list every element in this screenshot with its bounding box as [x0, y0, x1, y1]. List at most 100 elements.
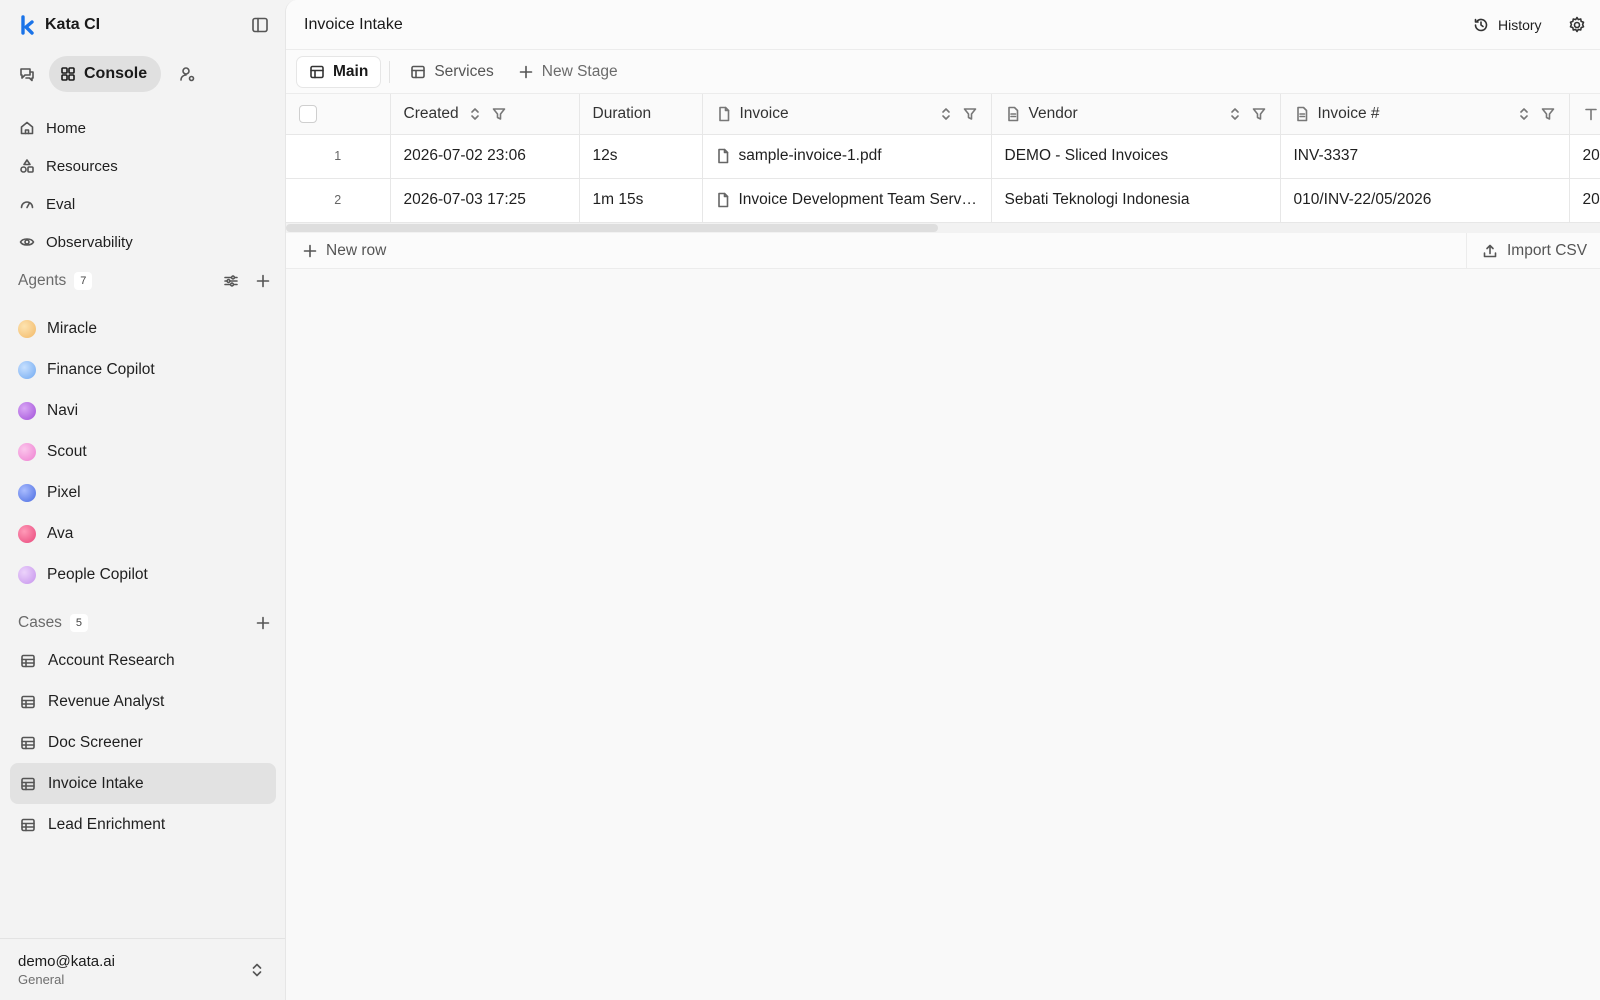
agent-avatar	[18, 524, 36, 543]
nav-label: Eval	[46, 195, 76, 213]
brand[interactable]: Kata CI	[20, 14, 100, 36]
sidebar: Kata CI Console Home Resources Eval Obse…	[0, 0, 285, 1000]
sort-icon[interactable]	[1516, 106, 1532, 122]
add-case-icon[interactable]	[254, 614, 272, 632]
scrollbar-thumb[interactable]	[286, 224, 938, 232]
select-all-checkbox[interactable]	[299, 104, 317, 123]
cell-truncated[interactable]: 20	[1569, 178, 1600, 223]
nav-label: Observability	[46, 233, 133, 251]
nav-item-observability[interactable]: Observability	[10, 223, 276, 261]
cell-created[interactable]: 2026-07-02 23:06	[390, 134, 580, 179]
workspace-name: General	[18, 972, 65, 987]
cell-invoice[interactable]: Invoice Development Team Serv…	[702, 178, 992, 223]
agents-header: Agents 7	[18, 270, 272, 292]
case-item-account-research[interactable]: Account Research	[10, 640, 276, 681]
table-icon	[19, 816, 37, 834]
mode-switcher: Console	[17, 56, 197, 92]
history-icon	[1472, 16, 1490, 34]
cell-duration[interactable]: 1m 15s	[579, 178, 703, 223]
add-agent-icon[interactable]	[254, 272, 272, 290]
filter-icon[interactable]	[1540, 106, 1556, 122]
cases-list: Account Research Revenue Analyst Doc Scr…	[10, 640, 276, 845]
agent-item-ava[interactable]: Ava	[10, 513, 276, 554]
home-icon	[18, 119, 36, 137]
agent-avatar	[18, 565, 36, 584]
filter-icon[interactable]	[962, 106, 978, 122]
document-icon	[1005, 106, 1021, 122]
tab-services[interactable]: Services	[398, 56, 505, 88]
gear-icon[interactable]	[1567, 15, 1587, 35]
new-row-label: New row	[326, 241, 387, 259]
column-header-vendor[interactable]: Vendor	[991, 94, 1281, 135]
cell-vendor[interactable]: DEMO - Sliced Invoices	[991, 134, 1281, 179]
page-header: Invoice Intake History	[286, 0, 1600, 50]
cell-invoice-number[interactable]: 010/INV-22/05/2026	[1280, 178, 1570, 223]
agent-item-pixel[interactable]: Pixel	[10, 472, 276, 513]
invoice-file-name[interactable]: Invoice Development Team Serv…	[739, 191, 977, 209]
agent-item-scout[interactable]: Scout	[10, 431, 276, 472]
sort-icon[interactable]	[467, 106, 483, 122]
user-settings-icon[interactable]	[177, 64, 197, 84]
case-item-doc-screener[interactable]: Doc Screener	[10, 722, 276, 763]
table-row[interactable]: 2 2026-07-03 17:25 1m 15s Invoice Develo…	[286, 178, 1600, 223]
filter-icon[interactable]	[491, 106, 507, 122]
history-label: History	[1498, 17, 1542, 33]
column-label: Invoice	[739, 104, 789, 122]
cell-created[interactable]: 2026-07-03 17:25	[390, 178, 580, 223]
cell-invoice-number[interactable]: INV-3337	[1280, 134, 1570, 179]
column-header-created[interactable]: Created	[390, 94, 580, 135]
nav-item-home[interactable]: Home	[10, 109, 276, 147]
filter-settings-icon[interactable]	[222, 272, 240, 290]
table-row[interactable]: 1 2026-07-02 23:06 12s sample-invoice-1.…	[286, 134, 1600, 179]
agent-item-finance-copilot[interactable]: Finance Copilot	[10, 349, 276, 390]
nav-item-resources[interactable]: Resources	[10, 147, 276, 185]
column-header-invoice-number[interactable]: Invoice #	[1280, 94, 1570, 135]
filter-icon[interactable]	[1251, 106, 1267, 122]
cell-invoice[interactable]: sample-invoice-1.pdf	[702, 134, 992, 179]
horizontal-scrollbar[interactable]	[286, 223, 1600, 233]
agent-avatar	[18, 442, 36, 461]
new-row-button[interactable]: New row	[286, 242, 386, 260]
table-icon	[19, 734, 37, 752]
case-item-lead-enrichment[interactable]: Lead Enrichment	[10, 804, 276, 845]
column-header-text-truncated[interactable]	[1569, 94, 1600, 135]
case-label: Invoice Intake	[48, 774, 144, 792]
column-header-invoice[interactable]: Invoice	[702, 94, 992, 135]
sort-icon[interactable]	[1227, 106, 1243, 122]
agent-item-miracle[interactable]: Miracle	[10, 308, 276, 349]
eye-icon	[18, 233, 36, 251]
history-button[interactable]: History	[1472, 14, 1542, 36]
sort-icon[interactable]	[938, 106, 954, 122]
cell-vendor[interactable]: Sebati Teknologi Indonesia	[991, 178, 1281, 223]
cell-truncated[interactable]: 20	[1569, 134, 1600, 179]
import-csv-button[interactable]: Import CSV	[1466, 233, 1587, 269]
nav-label: Home	[46, 119, 87, 137]
gauge-icon	[18, 195, 36, 213]
cases-count-badge: 5	[69, 614, 88, 632]
case-item-invoice-intake[interactable]: Invoice Intake	[10, 763, 276, 804]
import-csv-label: Import CSV	[1507, 242, 1588, 259]
table-icon	[309, 64, 325, 80]
case-item-revenue-analyst[interactable]: Revenue Analyst	[10, 681, 276, 722]
case-label: Account Research	[48, 651, 175, 669]
invoice-file-name[interactable]: sample-invoice-1.pdf	[739, 147, 882, 165]
agents-title: Agents	[18, 272, 67, 289]
agents-list: Miracle Finance Copilot Navi Scout Pixel…	[10, 308, 276, 595]
nav-item-eval[interactable]: Eval	[10, 185, 276, 223]
tab-main[interactable]: Main	[296, 55, 382, 88]
cell-duration[interactable]: 12s	[579, 134, 703, 179]
account-switcher[interactable]: demo@kata.ai General	[0, 938, 285, 1000]
console-mode-button[interactable]: Console	[49, 56, 162, 92]
agent-item-people-copilot[interactable]: People Copilot	[10, 554, 276, 595]
chat-mode-icon[interactable]	[17, 64, 37, 84]
chevron-up-down-icon	[249, 961, 265, 979]
main-nav: Home Resources Eval Observability	[10, 109, 276, 261]
column-label: Vendor	[1028, 104, 1078, 122]
kata-logo-icon	[20, 15, 36, 35]
file-icon	[716, 106, 732, 122]
sidebar-toggle-icon[interactable]	[250, 15, 270, 35]
new-stage-button[interactable]: New Stage	[506, 56, 630, 88]
console-label: Console	[84, 65, 148, 82]
column-header-duration[interactable]: Duration	[579, 94, 703, 135]
agent-item-navi[interactable]: Navi	[10, 390, 276, 431]
